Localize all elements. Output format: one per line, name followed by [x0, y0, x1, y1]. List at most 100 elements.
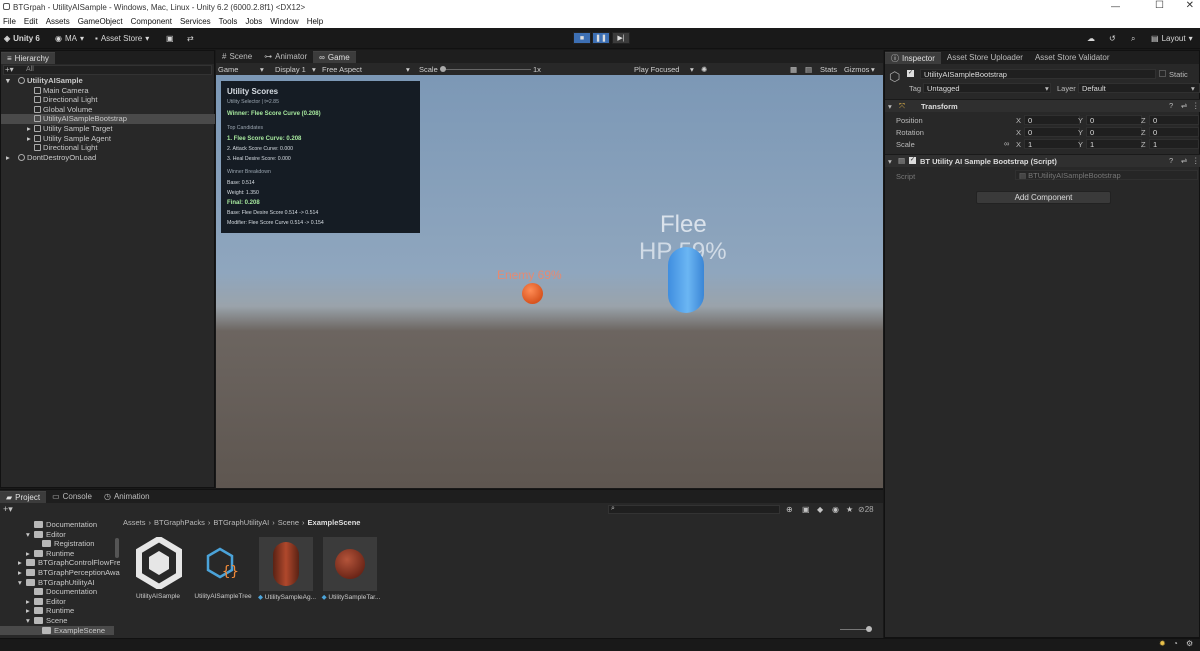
- layout-button[interactable]: ▤ Layout ▾: [1151, 33, 1193, 44]
- static-checkbox[interactable]: [1159, 70, 1166, 77]
- tab-asset-store-uploader[interactable]: Asset Store Uploader: [941, 52, 1029, 64]
- menu-component[interactable]: Component: [131, 17, 172, 26]
- add-icon[interactable]: +▾: [5, 65, 14, 74]
- help-icon[interactable]: ?: [1169, 101, 1173, 110]
- expand-icon[interactable]: ▾: [6, 76, 10, 86]
- expand-icon[interactable]: ▾: [888, 102, 892, 111]
- tree-item-directional-light[interactable]: Directional Light: [1, 95, 215, 105]
- minimize-icon[interactable]: —: [1111, 1, 1120, 11]
- expand-icon[interactable]: ▸: [27, 134, 31, 144]
- menu-jobs[interactable]: Jobs: [245, 17, 262, 26]
- menu-gameobject[interactable]: GameObject: [78, 17, 123, 26]
- scale-x[interactable]: 1: [1024, 139, 1080, 149]
- expand-icon[interactable]: ▸: [26, 597, 30, 607]
- search-input[interactable]: All: [26, 66, 34, 73]
- position-y[interactable]: 0: [1086, 115, 1142, 125]
- rotation-x[interactable]: 0: [1024, 127, 1080, 137]
- visibility-icon[interactable]: ◉: [832, 505, 839, 514]
- label-icon[interactable]: ◆: [817, 505, 823, 514]
- position-z[interactable]: 0: [1149, 115, 1199, 125]
- game-mode-dropdown[interactable]: Game: [218, 65, 238, 74]
- script-field[interactable]: ▤ BTUtilityAISampleBootstrap: [1015, 170, 1198, 180]
- expand-icon[interactable]: ▾: [26, 616, 30, 626]
- package-icon[interactable]: ▣: [166, 33, 174, 44]
- menu-window[interactable]: Window: [270, 17, 298, 26]
- folder-examplescene[interactable]: ExampleScene: [0, 625, 114, 636]
- scale-y[interactable]: 1: [1086, 139, 1142, 149]
- pause-button[interactable]: ❚❚: [592, 32, 610, 44]
- rotation-z[interactable]: 0: [1149, 127, 1199, 137]
- tree-item-dontdestroyonload[interactable]: ▸ DontDestroyOnLoad: [1, 153, 215, 163]
- tree-item-bootstrap[interactable]: UtilityAISampleBootstrap: [1, 114, 215, 124]
- folder-registration[interactable]: Registration: [0, 539, 120, 549]
- active-checkbox[interactable]: ✓: [907, 70, 914, 77]
- tree-item-main-camera[interactable]: Main Camera: [1, 86, 215, 96]
- expand-icon[interactable]: ▾: [18, 578, 22, 588]
- tree-item-sample-target[interactable]: ▸ Utility Sample Target: [1, 124, 215, 134]
- game-viewport[interactable]: Utility Scores Utility Selector | t=2.85…: [216, 75, 883, 488]
- vr-icon[interactable]: ▦: [790, 65, 797, 74]
- play-focused-dropdown[interactable]: Play Focused: [634, 65, 679, 74]
- folder-documentation-2[interactable]: Documentation: [0, 587, 120, 597]
- folder-scene[interactable]: ▾ Scene: [0, 616, 120, 626]
- mute-audio-icon[interactable]: ✺: [701, 65, 707, 74]
- tab-console[interactable]: ▭ Console: [46, 491, 98, 503]
- lighting-icon[interactable]: ✹: [1159, 639, 1166, 648]
- search-by-label-icon[interactable]: ▣: [802, 505, 810, 514]
- tree-scrollbar[interactable]: [115, 538, 119, 558]
- asset-scene-thumb[interactable]: [135, 535, 183, 591]
- scale-slider[interactable]: [443, 69, 531, 70]
- play-button[interactable]: ■: [573, 32, 591, 44]
- transform-header[interactable]: ▾ ⤧ Transform ? ⇌ ⋮: [885, 100, 1200, 112]
- folder-runtime[interactable]: ▸ Runtime: [0, 549, 120, 559]
- layer-dropdown[interactable]: Default: [1078, 83, 1200, 93]
- add-component-button[interactable]: Add Component: [976, 191, 1111, 204]
- tag-dropdown[interactable]: Untagged: [923, 83, 1051, 93]
- menu-file[interactable]: File: [3, 17, 16, 26]
- link-icon[interactable]: ∞: [1004, 139, 1009, 148]
- tab-hierarchy[interactable]: ≡ Hierarchy: [1, 52, 55, 64]
- tab-scene[interactable]: # Scene: [216, 51, 258, 63]
- cloud-icon[interactable]: ☁: [1087, 33, 1095, 44]
- folder-documentation[interactable]: Documentation: [0, 520, 120, 530]
- menu-help[interactable]: Help: [307, 17, 323, 26]
- debug-icon[interactable]: ⚙: [1186, 639, 1193, 648]
- component-enabled-checkbox[interactable]: ✓: [909, 157, 916, 164]
- version-control-icon[interactable]: ⇄: [187, 33, 194, 44]
- history-icon[interactable]: ↺: [1109, 33, 1116, 44]
- folder-editor[interactable]: ▾ Editor: [0, 530, 120, 540]
- expand-icon[interactable]: ▸: [18, 558, 22, 568]
- breadcrumb-btgraphpacks[interactable]: BTGraphPacks: [154, 518, 205, 527]
- expand-icon[interactable]: ▸: [26, 549, 30, 559]
- more-menu-icon[interactable]: ⋮: [1192, 156, 1200, 165]
- expand-icon[interactable]: ▸: [18, 568, 22, 578]
- menu-tools[interactable]: Tools: [219, 17, 238, 26]
- tree-item-scene[interactable]: ▾ UtilityAISample: [1, 76, 215, 86]
- tab-animator[interactable]: ⊶ Animator: [258, 51, 313, 63]
- breadcrumb-assets[interactable]: Assets: [123, 518, 146, 527]
- folder-editor-2[interactable]: ▸ Editor: [0, 597, 120, 607]
- step-button[interactable]: ▶|: [612, 32, 630, 44]
- menu-services[interactable]: Services: [180, 17, 211, 26]
- tab-animation[interactable]: ◷ Animation: [98, 491, 156, 503]
- tree-item-directional-light-2[interactable]: Directional Light: [1, 143, 215, 153]
- script-component-header[interactable]: ▾ ▤ ✓ BT Utility AI Sample Bootstrap (Sc…: [885, 155, 1200, 167]
- favorite-icon[interactable]: ★: [846, 505, 853, 514]
- menu-edit[interactable]: Edit: [24, 17, 38, 26]
- progress-icon[interactable]: ◔: [1173, 639, 1178, 648]
- folder-utilityai[interactable]: ▾ BTGraphUtilityAI: [0, 578, 120, 588]
- thumbnail-size-handle[interactable]: [866, 626, 872, 632]
- maximize-icon[interactable]: ☐: [1155, 0, 1164, 11]
- expand-icon[interactable]: ▾: [26, 530, 30, 540]
- preset-icon[interactable]: ⇌: [1181, 101, 1187, 110]
- tree-item-sample-agent[interactable]: ▸ Utility Sample Agent: [1, 134, 215, 144]
- menu-assets[interactable]: Assets: [46, 17, 70, 26]
- close-icon[interactable]: ✕: [1186, 0, 1194, 11]
- account-button[interactable]: ◉ MA ▾: [55, 33, 84, 44]
- expand-icon[interactable]: ▾: [888, 157, 892, 166]
- preset-icon[interactable]: ⇌: [1181, 156, 1187, 165]
- expand-icon[interactable]: ▸: [26, 606, 30, 616]
- asset-agent-thumb[interactable]: [259, 537, 313, 591]
- gizmos-button[interactable]: Gizmos: [844, 65, 869, 74]
- position-x[interactable]: 0: [1024, 115, 1080, 125]
